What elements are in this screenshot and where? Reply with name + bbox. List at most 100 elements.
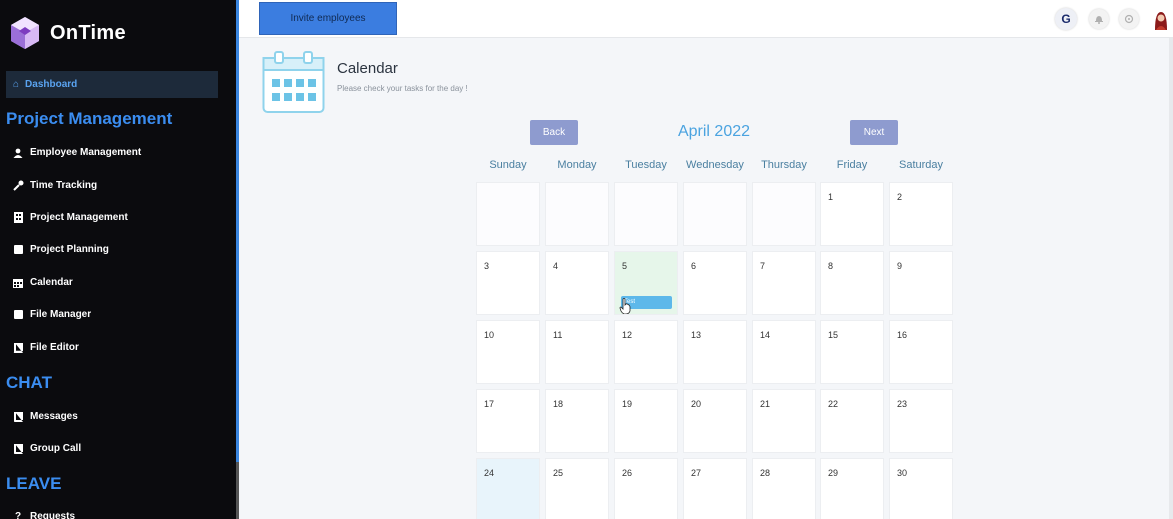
day-number: 9 [897, 261, 903, 271]
weekday-header: Tuesday [625, 159, 667, 171]
cube-logo-icon [11, 17, 39, 49]
sidebar-item-file-editor[interactable]: File Editor [12, 342, 79, 353]
day-number: 12 [622, 330, 633, 340]
sidebar-item-dashboard[interactable]: ⌂ Dashboard [6, 71, 218, 98]
calendar-day-cell[interactable]: 14 [752, 320, 816, 384]
sidebar-item-label: Group Call [30, 443, 82, 454]
day-number: 6 [691, 261, 697, 271]
sidebar-item-label: Calendar [30, 277, 73, 288]
sidebar-item-label: Employee Management [30, 147, 142, 158]
day-number: 8 [828, 261, 834, 271]
day-number: 5 [622, 261, 628, 271]
calendar-day-cell[interactable]: 10 [476, 320, 540, 384]
calendar-day-cell[interactable]: 13 [683, 320, 747, 384]
calendar-day-cell[interactable]: 29 [820, 458, 884, 519]
next-button[interactable]: Next [850, 120, 898, 145]
calendar-day-cell[interactable]: 3 [476, 251, 540, 315]
brand[interactable]: OnTime [10, 16, 126, 50]
hand-cursor-icon [619, 298, 631, 314]
day-number: 14 [760, 330, 771, 340]
day-number: 23 [897, 399, 908, 409]
sidebar-item-messages[interactable]: Messages [12, 411, 78, 422]
calendar-day-cell[interactable]: 24 [476, 458, 540, 519]
calendar-icon [12, 277, 24, 288]
calendar-day-cell[interactable]: 21 [752, 389, 816, 453]
day-number: 25 [553, 468, 564, 478]
invite-employees-button[interactable]: Invite employees [259, 2, 397, 35]
weekday-header: Saturday [898, 159, 944, 171]
day-number: 11 [553, 330, 563, 340]
sidebar-item-group-call[interactable]: Group Call [12, 443, 81, 454]
calendar-day-cell[interactable]: 30 [889, 458, 953, 519]
calendar-day-cell[interactable]: 26 [614, 458, 678, 519]
sidebar: OnTime ⌂ Dashboard Project Management Em… [0, 0, 238, 519]
page-subtitle: Please check your tasks for the day ! [337, 84, 468, 93]
page-scrollbar[interactable] [1169, 38, 1173, 519]
day-number: 26 [622, 468, 633, 478]
sidebar-item-label: Messages [30, 411, 78, 422]
calendar-day-cell[interactable]: 2 [889, 182, 953, 246]
sidebar-item-label: File Manager [30, 309, 92, 320]
day-number: 27 [691, 468, 702, 478]
calendar-empty-cell[interactable] [545, 182, 609, 246]
calendar-day-cell[interactable]: 18 [545, 389, 609, 453]
avatar[interactable] [1153, 10, 1169, 30]
sidebar-item-calendar[interactable]: Calendar [12, 277, 73, 288]
calendar-day-cell[interactable]: 8 [820, 251, 884, 315]
calendar-empty-cell[interactable] [752, 182, 816, 246]
calendar-day-cell[interactable]: 27 [683, 458, 747, 519]
sidebar-item-label: Project Management [30, 212, 128, 223]
calendar-day-cell[interactable]: 22 [820, 389, 884, 453]
sidebar-item-requests[interactable]: ? Requests [12, 511, 75, 519]
day-number: 4 [553, 261, 559, 271]
calendar-day-cell[interactable]: 1 [820, 182, 884, 246]
calendar-day-cell[interactable]: 7 [752, 251, 816, 315]
calendar-day-cell[interactable]: 19 [614, 389, 678, 453]
calendar-day-cell[interactable]: 15 [820, 320, 884, 384]
day-number: 1 [828, 192, 834, 202]
day-number: 13 [691, 330, 702, 340]
book-icon [12, 411, 24, 422]
calendar-day-cell[interactable]: 12 [614, 320, 678, 384]
day-number: 16 [897, 330, 908, 340]
section-title-project-management: Project Management [6, 109, 173, 128]
section-title-chat: CHAT [6, 373, 52, 392]
calendar-day-cell[interactable]: 17 [476, 389, 540, 453]
calendar-day-cell[interactable]: 9 [889, 251, 953, 315]
sidebar-item-file-manager[interactable]: File Manager [12, 309, 91, 320]
sidebar-scrollbar-thumb[interactable] [236, 0, 239, 462]
calendar-empty-cell[interactable] [476, 182, 540, 246]
day-number: 2 [897, 192, 903, 202]
back-button[interactable]: Back [530, 120, 578, 145]
sidebar-item-label: Requests [30, 511, 76, 519]
calendar-day-cell[interactable]: 4 [545, 251, 609, 315]
brand-name: OnTime [50, 21, 126, 44]
day-number: 3 [484, 261, 490, 271]
calendar-day-cell[interactable]: 25 [545, 458, 609, 519]
day-number: 10 [484, 330, 495, 340]
sidebar-item-project-management[interactable]: Project Management [12, 212, 128, 223]
g-icon[interactable]: G [1055, 8, 1077, 30]
sidebar-item-project-planning[interactable]: Project Planning [12, 244, 109, 255]
home-icon: ⌂ [13, 79, 20, 90]
user-icon [12, 147, 24, 158]
section-title-leave: LEAVE [6, 474, 62, 493]
calendar-day-cell[interactable]: 20 [683, 389, 747, 453]
sidebar-item-employee-management[interactable]: Employee Management [12, 147, 141, 158]
sidebar-scrollbar-track[interactable] [236, 462, 239, 519]
calendar-day-cell[interactable]: 28 [752, 458, 816, 519]
day-number: 20 [691, 399, 702, 409]
settings-icon[interactable] [1119, 9, 1139, 29]
calendar-day-cell[interactable]: 16 [889, 320, 953, 384]
calendar-empty-cell[interactable] [614, 182, 678, 246]
sidebar-item-time-tracking[interactable]: Time Tracking [12, 180, 97, 191]
day-number: 7 [760, 261, 766, 271]
calendar-day-cell[interactable]: 11 [545, 320, 609, 384]
calendar-day-cell[interactable]: 6 [683, 251, 747, 315]
day-number: 22 [828, 399, 839, 409]
calendar-day-cell[interactable]: 23 [889, 389, 953, 453]
book-icon [12, 342, 24, 353]
bell-icon[interactable] [1089, 9, 1109, 29]
calendar-empty-cell[interactable] [683, 182, 747, 246]
folder-icon [12, 309, 24, 320]
